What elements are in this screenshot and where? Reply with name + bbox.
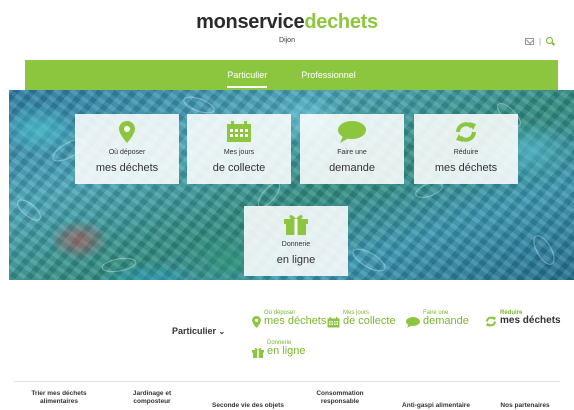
- quick-link-mes-jours[interactable]: Mes jours de collecte: [327, 310, 396, 328]
- chevron-down-icon: ⌄: [218, 327, 226, 336]
- menu-item-line1: Nos partenaires: [500, 402, 550, 409]
- divider: [14, 381, 560, 382]
- quick-link-donnerie[interactable]: Donnerie en ligne: [252, 340, 306, 358]
- menu-item-anti-gaspi[interactable]: Anti-gaspi alimentaire: [394, 402, 478, 410]
- audience-selector-label: Particulier: [172, 326, 217, 336]
- hero-banner: Où déposer mes déchets Mes jours de coll…: [9, 90, 574, 280]
- map-pin-icon: [119, 121, 135, 143]
- tile-label-large: mes déchets: [434, 162, 498, 174]
- recycle-icon: [456, 122, 476, 142]
- tile-label-large: mes déchets: [95, 162, 159, 174]
- menu-item-line1: Trier mes déchets: [31, 390, 87, 397]
- chat-bubble-icon: [338, 121, 366, 143]
- menu-item-partenaires[interactable]: Nos partenaires: [492, 402, 558, 410]
- audience-selector[interactable]: Particulier ⌄: [172, 326, 225, 336]
- mail-icon[interactable]: [525, 38, 534, 45]
- calendar-icon: [327, 316, 340, 328]
- quick-link-reduire[interactable]: Réduire mes déchets: [485, 310, 561, 327]
- menu-item-seconde-vie[interactable]: Seconde vie des objets: [206, 402, 290, 410]
- tile-faire-demande[interactable]: Faire une demande: [300, 114, 404, 184]
- site-logo[interactable]: monservicedechets: [0, 11, 574, 34]
- utility-separator: |: [539, 37, 542, 46]
- tile-label-large: de collecte: [212, 162, 266, 174]
- map-pin-icon: [252, 315, 261, 328]
- search-icon[interactable]: [546, 37, 555, 46]
- logo-text-main: monservice: [196, 11, 305, 33]
- menu-item-line1: Consommation: [316, 390, 364, 397]
- recycle-icon: [486, 316, 496, 327]
- menu-item-trier[interactable]: Trier mes déchets alimentaires: [24, 390, 94, 407]
- chat-bubble-icon: [406, 316, 420, 328]
- tile-mes-jours[interactable]: Mes jours de collecte: [187, 114, 291, 184]
- quick-link-label-large: de collecte: [343, 315, 396, 328]
- menu-item-line2: composteur: [133, 398, 171, 406]
- quick-link-label-large: mes déchets: [264, 315, 327, 328]
- tile-label-small: Donnerie: [281, 241, 311, 248]
- quick-link-faire-demande[interactable]: Faire une demande: [406, 310, 469, 328]
- tile-donnerie[interactable]: Donnerie en ligne: [244, 206, 348, 276]
- utility-links: |: [525, 37, 555, 46]
- quick-link-label-large: mes déchets: [500, 315, 561, 327]
- menu-item-line1: Seconde vie des objets: [212, 402, 284, 409]
- quick-link-label-large: demande: [423, 315, 469, 328]
- tile-label-large: demande: [329, 162, 375, 174]
- tab-professionnel[interactable]: Professionnel: [301, 60, 356, 90]
- menu-item-line2: alimentaires: [40, 398, 78, 406]
- menu-item-line2: responsable: [320, 398, 360, 406]
- calendar-icon: [227, 121, 251, 142]
- quick-link-label-large: en ligne: [267, 345, 306, 358]
- tile-label-small: Où déposer: [108, 149, 146, 156]
- tab-particulier[interactable]: Particulier: [227, 60, 268, 90]
- logo-text-accent: dechets: [304, 11, 378, 33]
- menu-item-consommation[interactable]: Consommation responsable: [308, 390, 372, 407]
- tile-label-small: Faire une: [337, 149, 367, 156]
- gift-icon: [284, 215, 308, 235]
- tile-label-large: en ligne: [276, 254, 316, 266]
- tile-reduire[interactable]: Réduire mes déchets: [414, 114, 518, 184]
- tile-label-small: Mes jours: [223, 149, 255, 156]
- gift-icon: [252, 347, 264, 358]
- city-label: Dijon: [279, 37, 295, 44]
- tile-ou-deposer[interactable]: Où déposer mes déchets: [75, 114, 179, 184]
- quick-link-ou-deposer[interactable]: Où déposer mes déchets: [252, 310, 326, 328]
- menu-item-line1: Jardinage et: [132, 390, 172, 397]
- menu-item-jardinage[interactable]: Jardinage et composteur: [122, 390, 182, 407]
- bottom-menu: Trier mes déchets alimentaires Jardinage…: [14, 390, 560, 410]
- main-nav: Particulier Professionnel: [25, 60, 558, 90]
- menu-item-line1: Anti-gaspi alimentaire: [402, 402, 470, 409]
- tile-label-small: Réduire: [453, 149, 479, 156]
